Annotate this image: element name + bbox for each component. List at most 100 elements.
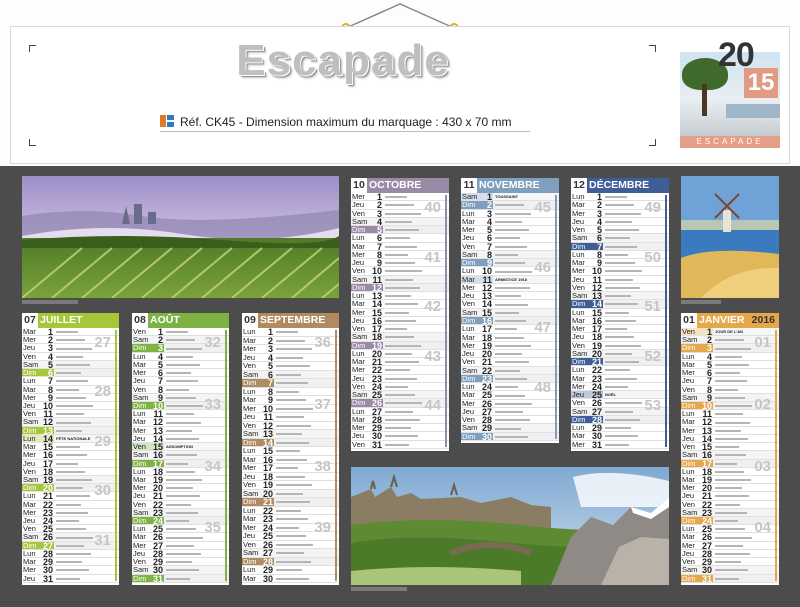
saint-name-line [715,536,752,539]
weekday-label: Jeu [23,401,36,410]
day-row: Sam 30 [681,566,779,575]
day-row: Mer 22 [351,366,449,375]
saint-name-line [495,411,523,414]
month-number: 07 [22,313,38,328]
weekday-label: Dim [682,517,696,526]
weekday-label: Ven [352,382,365,391]
weekday-label: Mar [243,574,256,583]
weekday-label: Lun [572,366,585,375]
weekday-label: Dim [462,316,476,325]
holiday-note: FÊTE NATIONALE [56,435,91,441]
saint-name-line [715,413,743,416]
saint-name-line [385,435,418,438]
weekday-label: Ven [352,209,365,218]
weekday-label: Mer [682,484,695,493]
saint-name-line [166,339,195,342]
photo-credit [22,300,78,304]
weekday-label: Mer [462,399,475,408]
week-number: 42 [424,298,441,316]
weekday-label: Mer [572,440,585,449]
day-row: Lun 8 [242,387,339,396]
weekday-label: Ven [682,443,695,452]
weekday-label: Mar [243,396,256,404]
marking-logo-icon [160,115,174,127]
day-row: Mer 13 [681,426,779,435]
weekday-label: Ven [23,525,36,534]
saint-name-line [385,443,409,446]
day-row: Sam 23 [681,508,779,517]
day-row: Jeu 4 [571,217,669,226]
week-number: 40 [424,199,441,216]
saint-name-line [605,245,637,248]
weekday-label: Dim [352,226,366,234]
photo-credit [351,587,407,591]
saint-name-line [605,262,635,265]
saint-name-line [385,278,413,281]
saint-name-line [56,511,88,514]
saint-name-line [715,347,751,350]
week-number: 49 [644,199,661,216]
saint-name-line [166,413,194,416]
saint-name-line [385,286,420,289]
weekday-label: Mer [23,336,36,345]
day-row: Jeu 11 [242,413,339,422]
weekday-label: Jeu [572,391,585,399]
weekday-label: Sam [572,407,588,416]
weekday-label: Sam [462,366,478,375]
week-number: 47 [534,319,551,336]
weekday-label: Lun [352,234,365,243]
day-row: Mar 12 [681,418,779,427]
saint-name-line [605,212,641,215]
saint-name-line [605,278,633,281]
day-row: Mar 28 [351,415,449,424]
saint-name-line [276,399,306,402]
weekday-label: Jeu [243,413,256,421]
weekday-label: Mer [352,308,365,317]
weekday-label: Mer [572,325,585,333]
crop-mark [649,139,656,146]
saint-name-line [56,396,86,399]
saint-name-line [715,544,743,547]
day-row: Jeu 28 [132,549,229,559]
saint-name-line [495,394,525,397]
day-list: Sam 1 TOUSSAINT Dim 2 Lun 3 Mar 4 Mer 5 Jeu 6 Ven 7 Sam… [461,192,559,441]
weekday-label: Jeu [352,374,365,383]
weekday-label: Mer [352,424,365,432]
weekday-label: Jeu [23,574,36,583]
day-row: Jeu 18 [571,333,669,342]
weekday-label: Ven [462,358,475,367]
saint-name-line [715,437,748,440]
vineyard-illustration [22,176,339,298]
saint-name-line [385,196,407,199]
month-header: 11 NOVEMBRE [461,178,559,193]
weekday-label: Mar [572,259,585,267]
weekday-label: Jeu [572,217,585,226]
holiday-note: JOUR DE L'AN [715,329,744,334]
saint-name-line [276,535,306,538]
weekday-label: Mer [133,484,146,493]
saint-name-line [56,520,79,523]
day-row: Sam 6 [571,234,669,243]
weekday-label: Jeu [682,549,695,558]
day-row: Ven 5 [242,362,339,371]
saint-name-line [605,270,642,273]
saint-name-line [276,543,313,546]
weekday-label: Mar [133,533,146,542]
day-row: Lun 4 [132,352,229,361]
week-rule [665,195,667,447]
day-row: Ven 21 [461,358,559,367]
saint-name-line [605,319,636,322]
day-list: Lun 1 Mar 2 Mer 3 Jeu 4 Ven 5 Sam 6 Dim 7 Lun 8 Mar 9 Mer 1… [242,328,339,583]
weekday-label: Mer [243,404,256,413]
weekday-label: Mar [352,300,365,309]
weekday-label: Jeu [23,517,36,526]
weekday-label: Sam [572,234,588,243]
weekday-label: Lun [462,267,475,276]
saint-name-line [495,427,521,430]
weekday-label: Jeu [352,432,365,441]
month-year: 2016 [751,314,775,326]
day-row: Ven 26 [242,540,339,549]
saint-name-line [166,528,196,531]
day-row: Sam 27 [242,549,339,558]
saint-name-line [56,413,84,416]
